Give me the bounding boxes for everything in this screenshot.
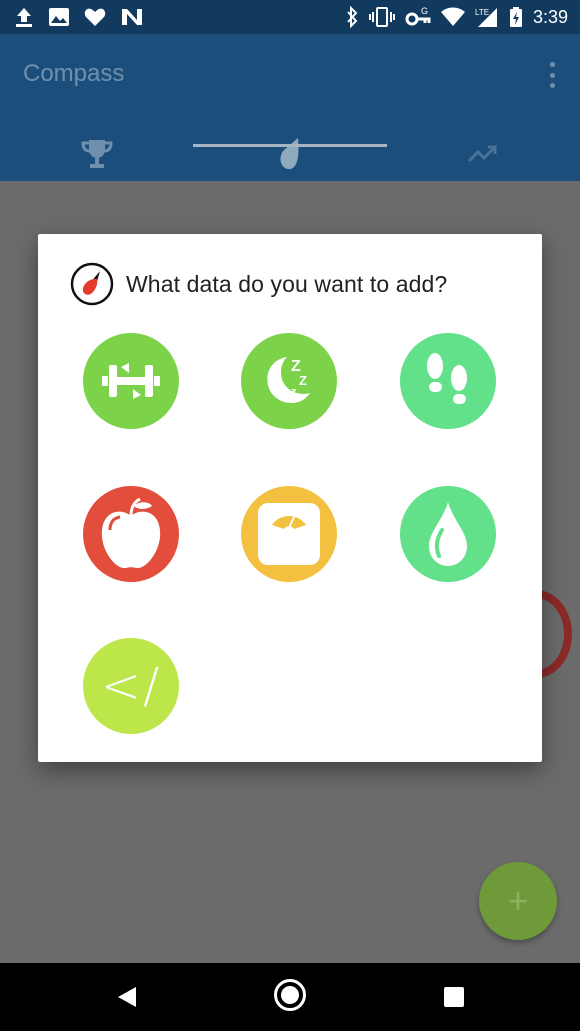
lte-signal-icon: LTE bbox=[475, 8, 497, 27]
footsteps-icon bbox=[427, 353, 467, 404]
upload-icon bbox=[16, 8, 32, 27]
tab-trophy[interactable] bbox=[0, 126, 193, 181]
status-bar: G LTE 3:39 bbox=[0, 0, 580, 34]
add-fab-button[interactable]: + bbox=[479, 862, 557, 940]
image-icon bbox=[49, 8, 69, 26]
app-bar: Compass bbox=[0, 34, 580, 181]
sleep-moon-icon: Z Z z bbox=[267, 357, 310, 404]
tab-trends[interactable] bbox=[387, 126, 580, 181]
home-icon bbox=[281, 986, 299, 1004]
trending-up-icon bbox=[468, 145, 497, 162]
tab-bar bbox=[0, 126, 580, 181]
add-fab-label: + bbox=[507, 880, 529, 921]
option-water[interactable] bbox=[400, 486, 496, 582]
svg-text:Z: Z bbox=[299, 373, 307, 388]
svg-text:G: G bbox=[421, 6, 428, 16]
option-exercise[interactable] bbox=[83, 333, 179, 429]
back-icon[interactable] bbox=[116, 985, 138, 1009]
svg-text:z: z bbox=[291, 386, 297, 398]
compass-logo-icon bbox=[70, 262, 114, 306]
battery-charging-icon bbox=[509, 7, 522, 27]
option-nutrition[interactable] bbox=[83, 486, 179, 582]
dialog-title: What data do you want to add? bbox=[126, 270, 448, 297]
dialog-header: What data do you want to add? bbox=[70, 262, 447, 306]
n-app-icon bbox=[122, 9, 142, 25]
compass-leaf-icon bbox=[280, 137, 299, 169]
svg-text:LTE: LTE bbox=[475, 8, 489, 17]
add-data-dialog: What data do you want to add? Z Z z </ bbox=[38, 234, 542, 762]
option-custom-code[interactable]: </ bbox=[83, 638, 179, 734]
heart-icon bbox=[84, 8, 106, 26]
option-steps[interactable] bbox=[400, 333, 496, 429]
vibrate-icon bbox=[368, 7, 395, 27]
code-icon: </ bbox=[100, 658, 162, 714]
apple-icon bbox=[101, 497, 161, 569]
scale-icon bbox=[258, 503, 320, 565]
tab-indicator bbox=[193, 144, 387, 147]
tab-compass[interactable] bbox=[193, 126, 386, 181]
bluetooth-icon bbox=[347, 6, 358, 28]
option-weight[interactable] bbox=[241, 486, 337, 582]
status-time: 3:39 bbox=[532, 6, 568, 27]
home-button[interactable] bbox=[274, 979, 306, 1011]
trophy-icon bbox=[81, 139, 113, 168]
option-sleep[interactable]: Z Z z bbox=[241, 333, 337, 429]
dumbbell-icon bbox=[102, 363, 160, 399]
water-drop-icon bbox=[429, 502, 467, 566]
app-title: Compass bbox=[23, 60, 125, 87]
wifi-icon bbox=[440, 7, 465, 26]
overflow-menu-icon[interactable] bbox=[548, 62, 556, 88]
vpn-key-icon: G bbox=[405, 6, 431, 26]
recents-button[interactable] bbox=[444, 987, 464, 1007]
system-nav-bar bbox=[0, 963, 580, 1031]
